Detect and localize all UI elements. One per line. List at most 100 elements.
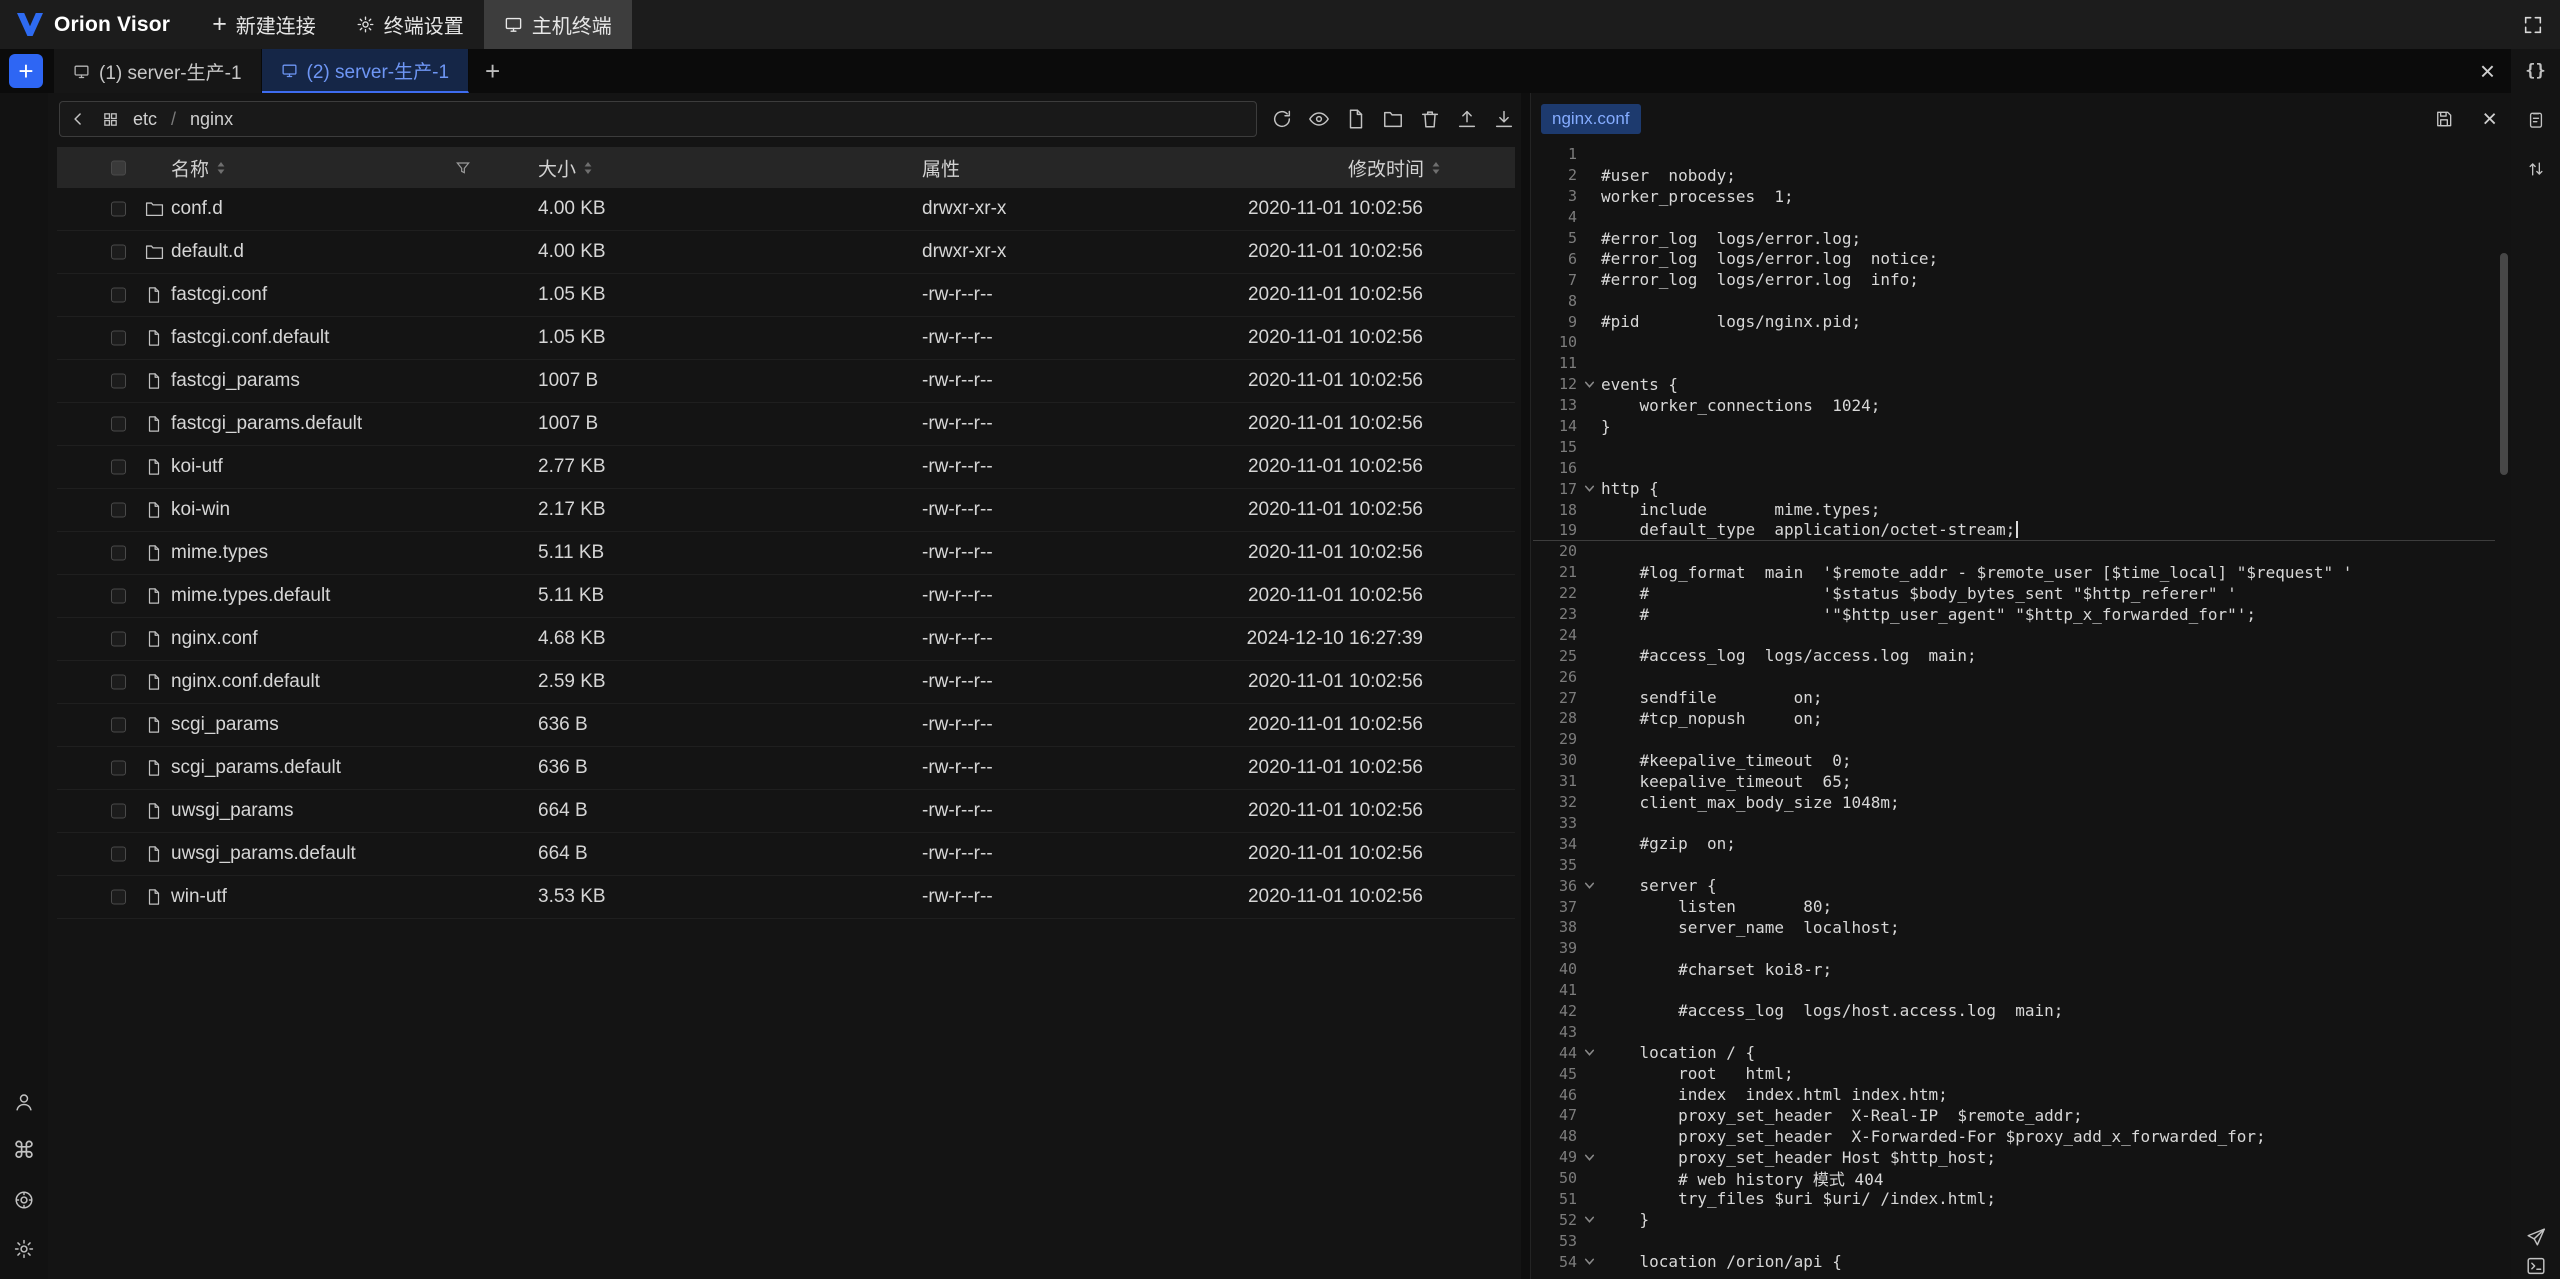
file-name[interactable]: fastcgi_params.default — [171, 413, 362, 435]
delete-icon[interactable] — [1419, 108, 1441, 130]
code-line[interactable]: 36 server { — [1533, 875, 2495, 896]
row-checkbox[interactable] — [111, 718, 126, 733]
col-header-attr[interactable]: 属性 — [922, 154, 960, 181]
code-line[interactable]: 22 # '$status $body_bytes_sent "$http_re… — [1533, 583, 2495, 604]
code-line[interactable]: 28 #tcp_nopush on; — [1533, 708, 2495, 729]
code-line[interactable]: 46 index index.html index.htm; — [1533, 1084, 2495, 1105]
code-line[interactable]: 40 #charset koi8-r; — [1533, 959, 2495, 980]
col-header-name[interactable]: 名称 — [171, 154, 226, 181]
file-name[interactable]: nginx.conf.default — [171, 671, 320, 693]
file-name[interactable]: conf.d — [171, 198, 223, 220]
row-checkbox[interactable] — [111, 503, 126, 518]
col-header-mtime[interactable]: 修改时间 — [1348, 154, 1441, 181]
file-name[interactable]: scgi_params — [171, 714, 279, 736]
file-name[interactable]: default.d — [171, 241, 244, 263]
file-name[interactable]: nginx.conf — [171, 628, 258, 650]
scrollbar-thumb[interactable] — [2500, 253, 2508, 475]
code-line[interactable]: 18 include mime.types; — [1533, 499, 2495, 520]
code-line[interactable]: 48 proxy_set_header X-Forwarded-For $pro… — [1533, 1126, 2495, 1147]
command-icon[interactable]: ⌘ — [12, 1139, 36, 1163]
code-line[interactable]: 47 proxy_set_header X-Real-IP $remote_ad… — [1533, 1105, 2495, 1126]
file-name[interactable]: fastcgi.conf — [171, 284, 267, 306]
preview-icon[interactable] — [1308, 108, 1330, 130]
fold-chevron-icon[interactable] — [1577, 1046, 1601, 1059]
grid-icon[interactable] — [102, 111, 119, 128]
row-checkbox[interactable] — [111, 331, 126, 346]
file-row[interactable]: fastcgi_params.default1007 B-rw-r--r--20… — [57, 403, 1515, 446]
code-line[interactable]: 3worker_processes 1; — [1533, 186, 2495, 207]
save-icon[interactable] — [2434, 109, 2454, 129]
code-line[interactable]: 35 — [1533, 854, 2495, 875]
file-row[interactable]: nginx.conf4.68 KB-rw-r--r--2024-12-10 16… — [57, 618, 1515, 661]
code-line[interactable]: 45 root html; — [1533, 1063, 2495, 1084]
row-checkbox[interactable] — [111, 761, 126, 776]
code-line[interactable]: 2#user nobody; — [1533, 165, 2495, 186]
file-row[interactable]: uwsgi_params664 B-rw-r--r--2020-11-01 10… — [57, 790, 1515, 833]
row-checkbox[interactable] — [111, 546, 126, 561]
fold-chevron-icon[interactable] — [1577, 1151, 1601, 1164]
file-row[interactable]: fastcgi.conf1.05 KB-rw-r--r--2020-11-01 … — [57, 274, 1515, 317]
fold-chevron-icon[interactable] — [1577, 879, 1601, 892]
file-name[interactable]: fastcgi_params — [171, 370, 300, 392]
code-line[interactable]: 43 — [1533, 1021, 2495, 1042]
row-checkbox[interactable] — [111, 632, 126, 647]
row-checkbox[interactable] — [111, 847, 126, 862]
editor-scrollbar[interactable] — [2500, 93, 2508, 1279]
code-line[interactable]: 10 — [1533, 332, 2495, 353]
code-line[interactable]: 31 keepalive_timeout 65; — [1533, 771, 2495, 792]
file-row[interactable]: fastcgi.conf.default1.05 KB-rw-r--r--202… — [57, 317, 1515, 360]
code-line[interactable]: 12events { — [1533, 374, 2495, 395]
code-line[interactable]: 23 # '"$http_user_agent" "$http_x_forwar… — [1533, 604, 2495, 625]
code-line[interactable]: 19 default_type application/octet-stream… — [1533, 520, 2495, 541]
code-line[interactable]: 11 — [1533, 353, 2495, 374]
file-name[interactable]: scgi_params.default — [171, 757, 341, 779]
code-line[interactable]: 8 — [1533, 290, 2495, 311]
code-line[interactable]: 39 — [1533, 938, 2495, 959]
file-name[interactable]: mime.types.default — [171, 585, 330, 607]
file-row[interactable]: fastcgi_params1007 B-rw-r--r--2020-11-01… — [57, 360, 1515, 403]
fold-chevron-icon[interactable] — [1577, 1255, 1601, 1268]
code-area[interactable]: 12#user nobody;3worker_processes 1;45#er… — [1533, 144, 2495, 1279]
file-row[interactable]: win-utf3.53 KB-rw-r--r--2020-11-01 10:02… — [57, 876, 1515, 919]
code-line[interactable]: 7#error_log logs/error.log info; — [1533, 269, 2495, 290]
file-name[interactable]: uwsgi_params.default — [171, 843, 356, 865]
file-name[interactable]: koi-win — [171, 499, 230, 521]
code-line[interactable]: 52 } — [1533, 1209, 2495, 1230]
code-line[interactable]: 13 worker_connections 1024; — [1533, 395, 2495, 416]
code-line[interactable]: 53 — [1533, 1230, 2495, 1251]
row-checkbox[interactable] — [111, 804, 126, 819]
code-line[interactable]: 33 — [1533, 813, 2495, 834]
code-line[interactable]: 6#error_log logs/error.log notice; — [1533, 248, 2495, 269]
back-icon[interactable] — [68, 109, 88, 129]
tabbar-close-icon[interactable]: × — [2480, 58, 2495, 84]
code-line[interactable]: 26 — [1533, 666, 2495, 687]
code-line[interactable]: 20 — [1533, 541, 2495, 562]
menu-item-host-terminal[interactable]: 主机终端 — [484, 0, 632, 49]
file-row[interactable]: scgi_params636 B-rw-r--r--2020-11-01 10:… — [57, 704, 1515, 747]
code-line[interactable]: 37 listen 80; — [1533, 896, 2495, 917]
file-row[interactable]: scgi_params.default636 B-rw-r--r--2020-1… — [57, 747, 1515, 790]
swap-icon[interactable] — [2524, 157, 2548, 181]
row-checkbox[interactable] — [111, 589, 126, 604]
select-all-checkbox[interactable] — [111, 160, 126, 175]
code-line[interactable]: 30 #keepalive_timeout 0; — [1533, 750, 2495, 771]
sort-icon[interactable] — [216, 160, 226, 175]
file-row[interactable]: nginx.conf.default2.59 KB-rw-r--r--2020-… — [57, 661, 1515, 704]
breadcrumb-segment[interactable]: nginx — [190, 109, 233, 130]
code-line[interactable]: 14} — [1533, 416, 2495, 437]
sort-icon[interactable] — [1431, 160, 1441, 175]
filter-icon[interactable] — [455, 160, 471, 176]
add-tab-button[interactable]: + — [485, 56, 500, 87]
row-checkbox[interactable] — [111, 675, 126, 690]
code-line[interactable]: 25 #access_log logs/access.log main; — [1533, 645, 2495, 666]
row-checkbox[interactable] — [111, 288, 126, 303]
row-checkbox[interactable] — [111, 890, 126, 905]
path-bar[interactable]: etc / nginx — [59, 101, 1257, 137]
code-line[interactable]: 44 location / { — [1533, 1042, 2495, 1063]
code-line[interactable]: 54 location /orion/api { — [1533, 1251, 2495, 1272]
row-checkbox[interactable] — [111, 460, 126, 475]
code-line[interactable]: 49 proxy_set_header Host $http_host; — [1533, 1147, 2495, 1168]
settings-icon[interactable] — [12, 1237, 36, 1261]
editor-close-icon[interactable]: × — [2482, 107, 2497, 132]
code-line[interactable]: 34 #gzip on; — [1533, 833, 2495, 854]
